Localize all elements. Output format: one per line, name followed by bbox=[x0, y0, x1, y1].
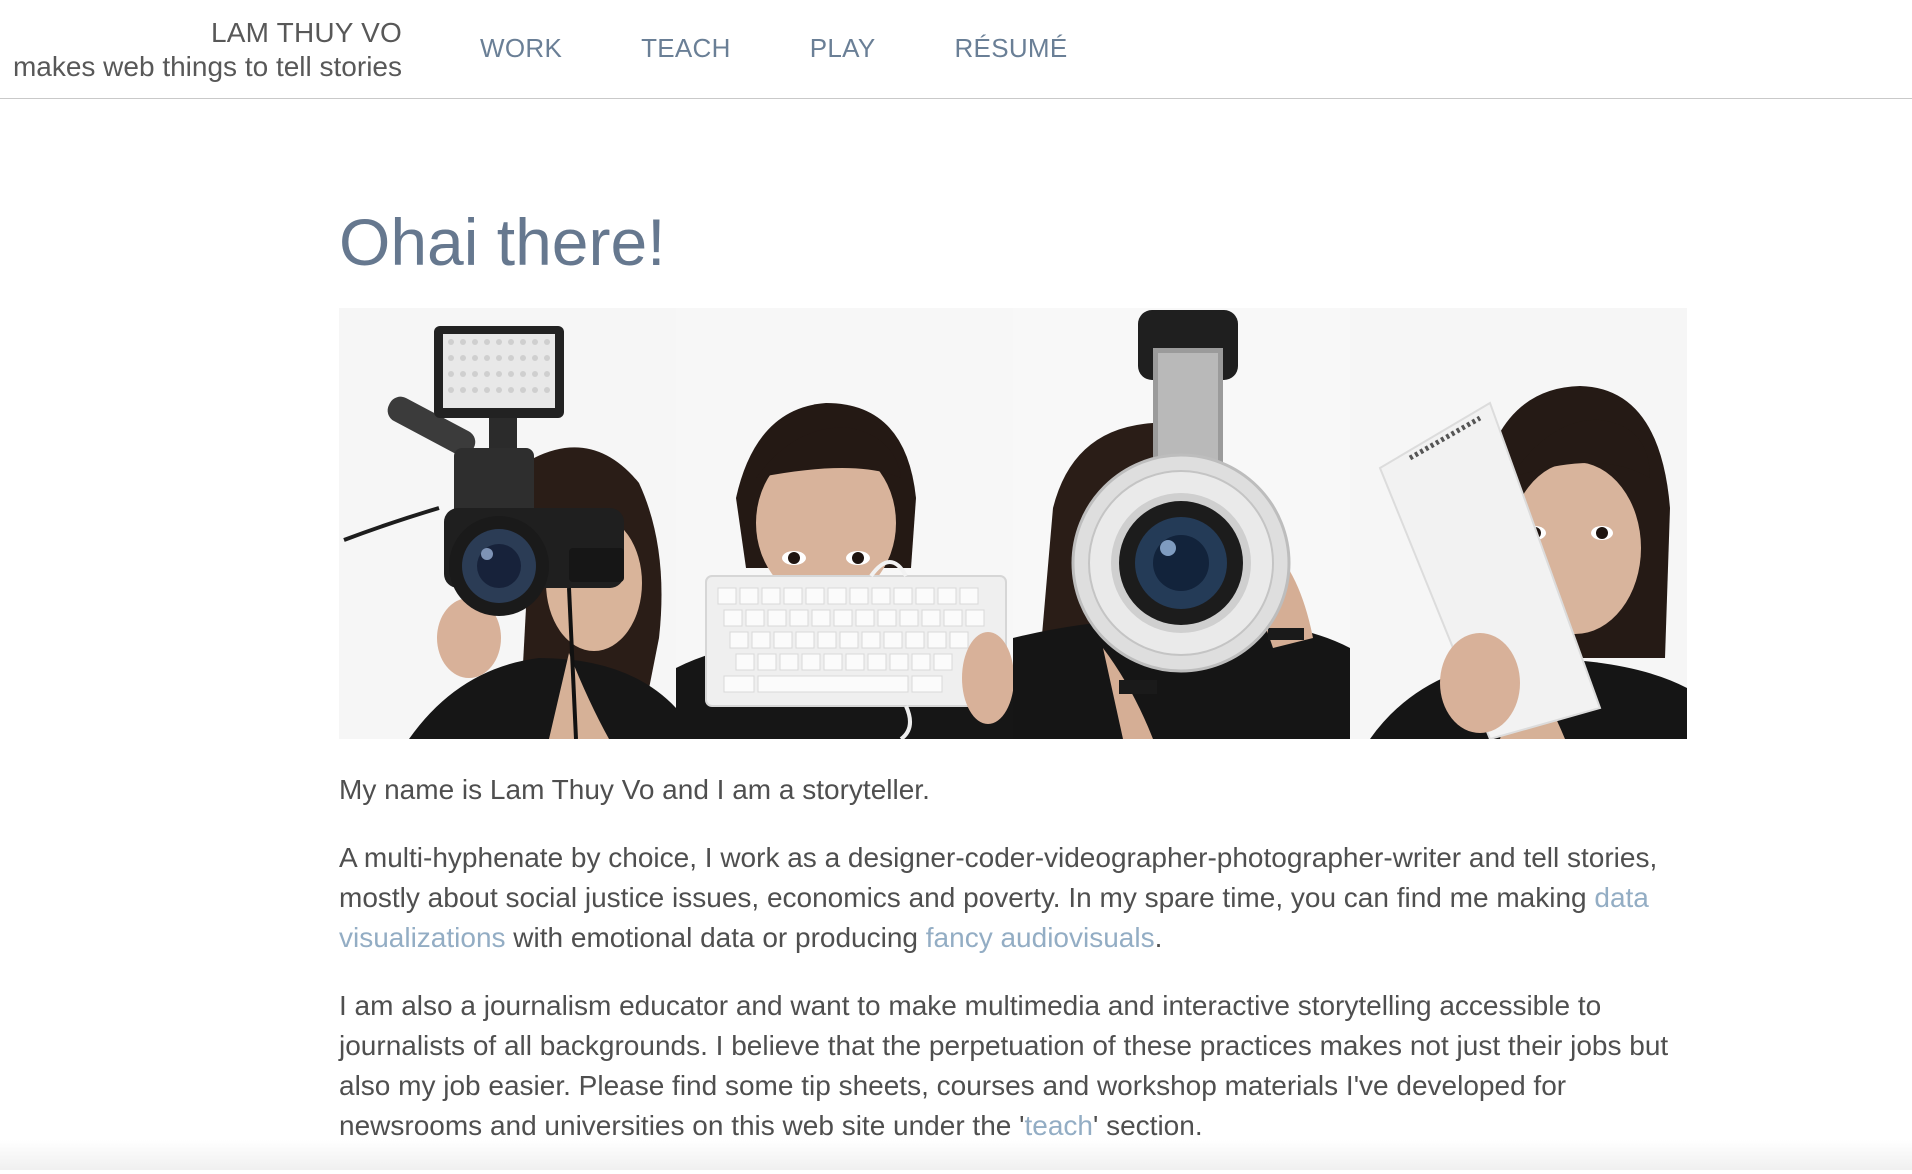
main-nav: WORK TEACH PLAY RÉSUMÉ bbox=[480, 28, 1147, 68]
p3-text-2: ' section. bbox=[1092, 1110, 1203, 1141]
keyboard-photo bbox=[676, 308, 1013, 739]
nav-resume-link[interactable]: RÉSUMÉ bbox=[954, 28, 1067, 68]
site-name: LAM THUY VO bbox=[211, 17, 402, 48]
site-tagline: makes web things to tell stories bbox=[12, 51, 402, 82]
nav-teach-link[interactable]: TEACH bbox=[641, 28, 731, 68]
intro-paragraph: My name is Lam Thuy Vo and I am a storyt… bbox=[339, 770, 1689, 810]
main-content: Ohai there! My name is Lam Thuy Vo and I… bbox=[339, 150, 1689, 1141]
photo-strip bbox=[339, 308, 1687, 739]
nav-play-link[interactable]: PLAY bbox=[810, 28, 876, 68]
bio-text: My name is Lam Thuy Vo and I am a storyt… bbox=[339, 770, 1689, 1174]
p3-text-1: I am also a journalism educator and want… bbox=[339, 990, 1669, 1141]
site-brand[interactable]: LAM THUY VO makes web things to tell sto… bbox=[0, 16, 402, 84]
multi-hyphenate-paragraph: A multi-hyphenate by choice, I work as a… bbox=[339, 838, 1689, 958]
page-heading: Ohai there! bbox=[339, 205, 666, 279]
nav-work-link[interactable]: WORK bbox=[480, 28, 562, 68]
educator-paragraph: I am also a journalism educator and want… bbox=[339, 986, 1689, 1146]
bottom-fade bbox=[0, 1140, 1912, 1170]
p2-text-2: with emotional data or producing bbox=[505, 922, 926, 953]
fancy-audiovisuals-link[interactable]: fancy audiovisuals bbox=[926, 922, 1155, 953]
notepad-photo bbox=[1350, 308, 1687, 739]
camcorder-with-light-photo bbox=[339, 308, 676, 739]
camera-lens-photo bbox=[1013, 308, 1350, 739]
p2-text-1: A multi-hyphenate by choice, I work as a… bbox=[339, 842, 1658, 913]
intro-text: My name is Lam Thuy Vo and I am a storyt… bbox=[339, 774, 930, 805]
p2-text-3: . bbox=[1154, 922, 1163, 953]
teach-link[interactable]: teach bbox=[1024, 1110, 1093, 1141]
top-navigation-bar: LAM THUY VO makes web things to tell sto… bbox=[0, 0, 1912, 99]
